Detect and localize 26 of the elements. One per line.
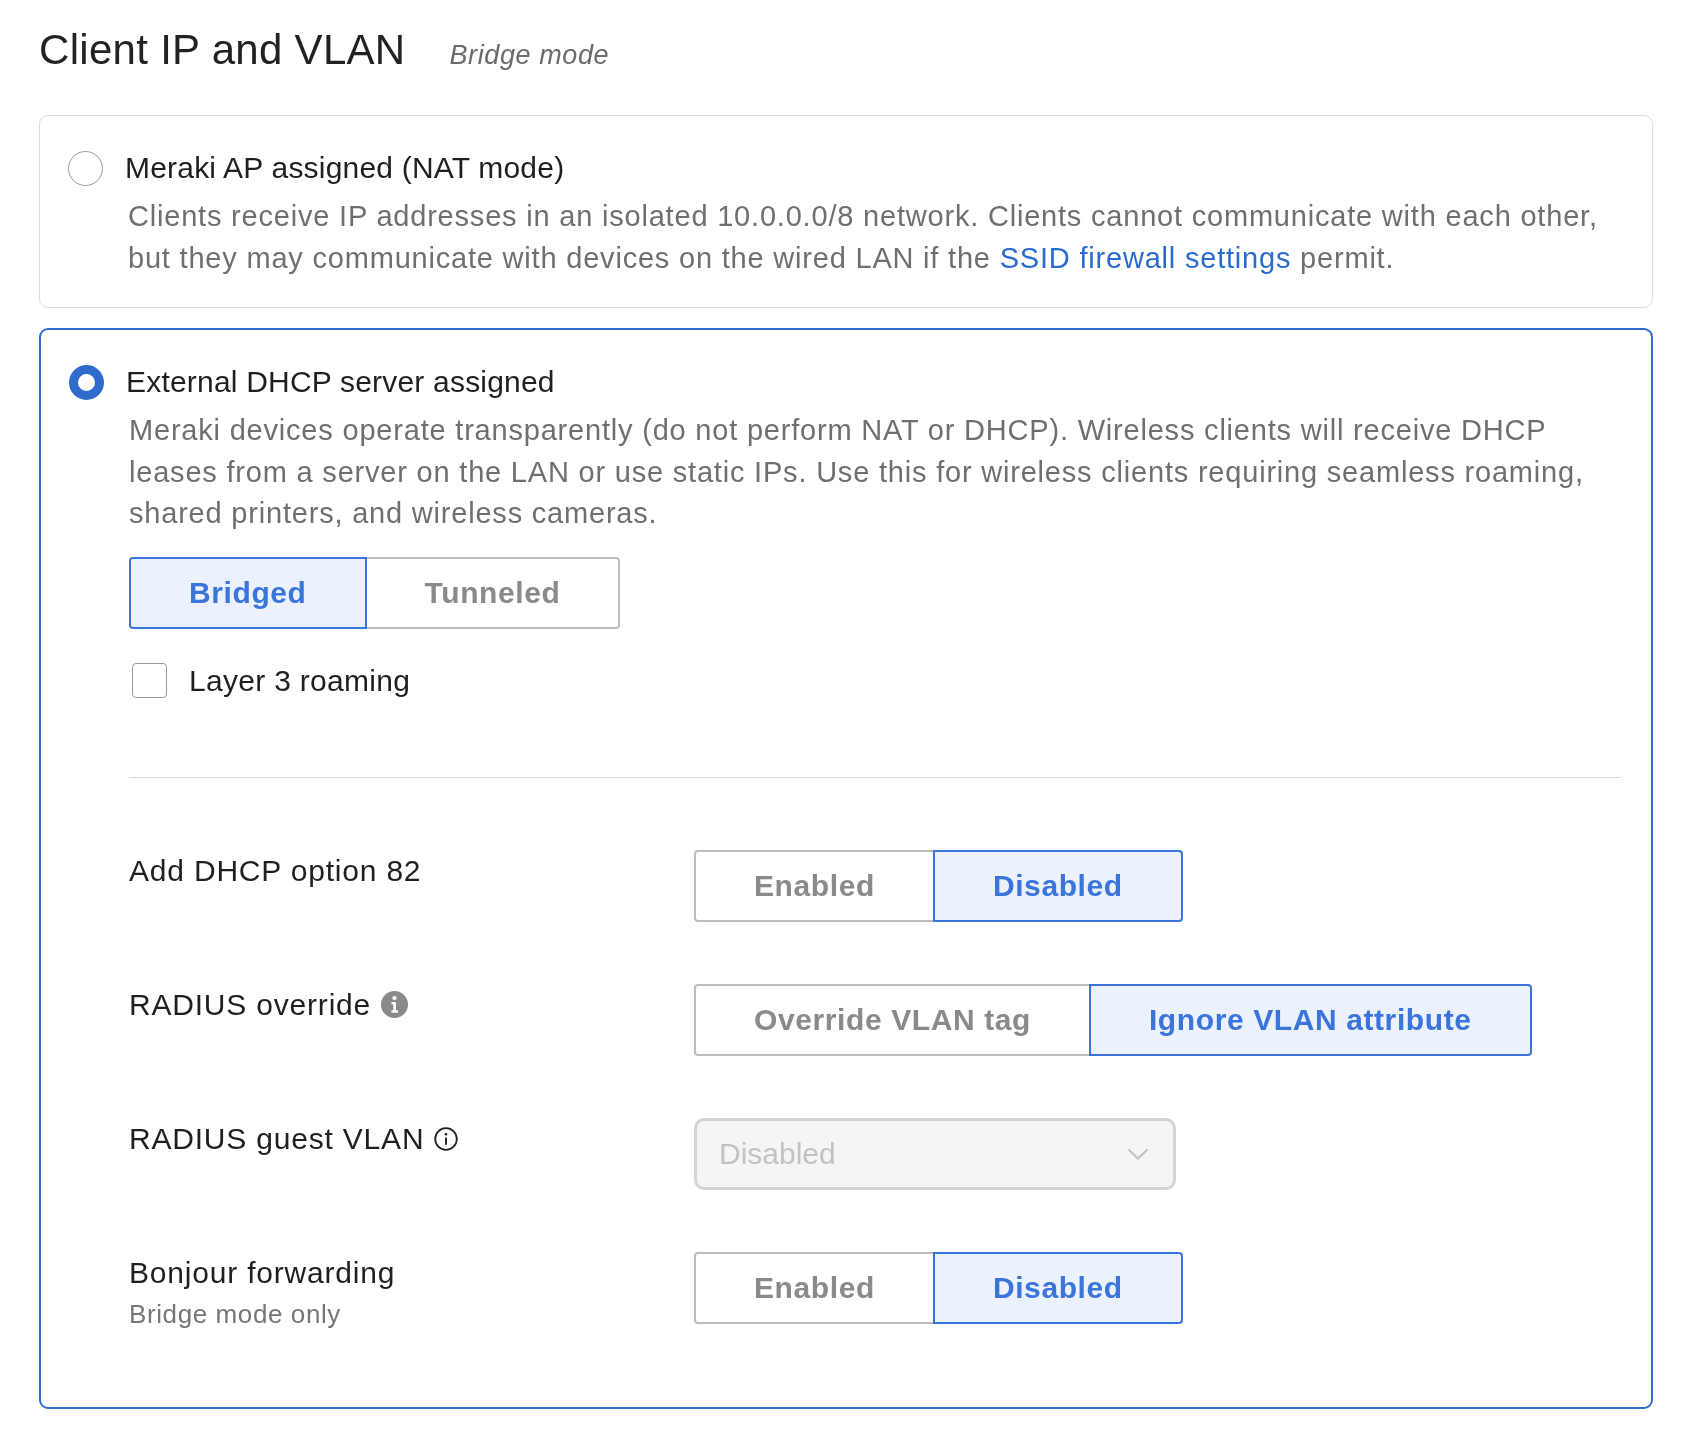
option-description: Clients receive IP addresses in an isolated 10.0.0.0/8 network. Clients cannot communicate with each other, but they may communicate with devices on the wired LAN if the SSID firewall settings permit. (128, 199, 1598, 276)
radio-button[interactable] (68, 150, 103, 186)
segmented-option[interactable]: Ignore VLAN attribute (1088, 983, 1532, 1056)
section-title: Client IP and VLAN (39, 25, 406, 75)
segmented-option[interactable]: Bridged (129, 556, 367, 629)
setting-label: RADIUS override (129, 986, 372, 1023)
chevron-down-icon (1127, 1147, 1149, 1160)
firewall-settings-link[interactable]: SSID firewall settings (999, 241, 1292, 274)
checkbox-label: Layer 3 roaming (189, 662, 411, 699)
option-label: Meraki AP assigned (NAT mode) (125, 150, 565, 186)
setting-note: Bridge mode only (129, 1297, 341, 1331)
section-subtitle: Bridge mode (449, 40, 610, 71)
setting-label: Add DHCP option 82 (129, 852, 422, 889)
segmented-option[interactable]: Enabled (694, 849, 935, 922)
option-label: External DHCP server assigned (126, 364, 555, 400)
segmented-option[interactable]: Enabled (694, 1251, 935, 1324)
segmented-option[interactable]: Disabled (932, 1251, 1183, 1324)
setting-label: Bonjour forwarding (129, 1254, 396, 1291)
radio-button[interactable] (69, 364, 104, 400)
segmented-option[interactable]: Disabled (932, 849, 1183, 922)
segmented-option[interactable]: Tunneled (364, 556, 621, 629)
checkbox[interactable] (132, 663, 167, 698)
info-icon[interactable] (434, 1126, 459, 1151)
option-description: Meraki devices operate transparently (do not perform NAT or DHCP). Wireless clients will receive DHCP leases from a server on the LAN or use static IPs. Use this for wireless clients requiring seamless roaming, shared printers, and wireless cameras. (129, 413, 1585, 531)
segmented-option[interactable]: Override VLAN tag (694, 983, 1091, 1056)
setting-label: RADIUS guest VLAN (129, 1120, 425, 1157)
